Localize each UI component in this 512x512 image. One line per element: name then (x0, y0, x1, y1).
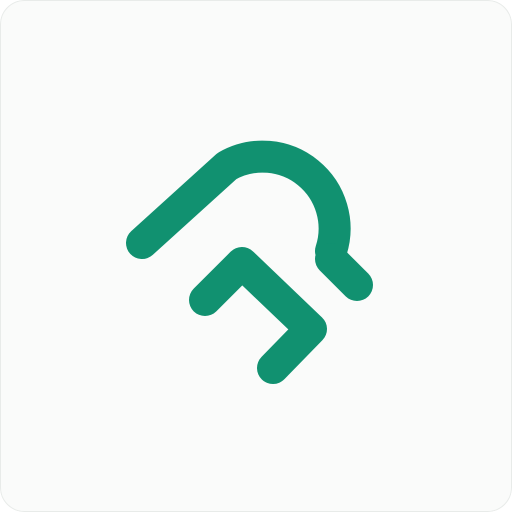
app-icon-tile (0, 0, 512, 512)
logo-tail-stroke (315, 243, 373, 301)
app-logo-icon (0, 0, 512, 512)
